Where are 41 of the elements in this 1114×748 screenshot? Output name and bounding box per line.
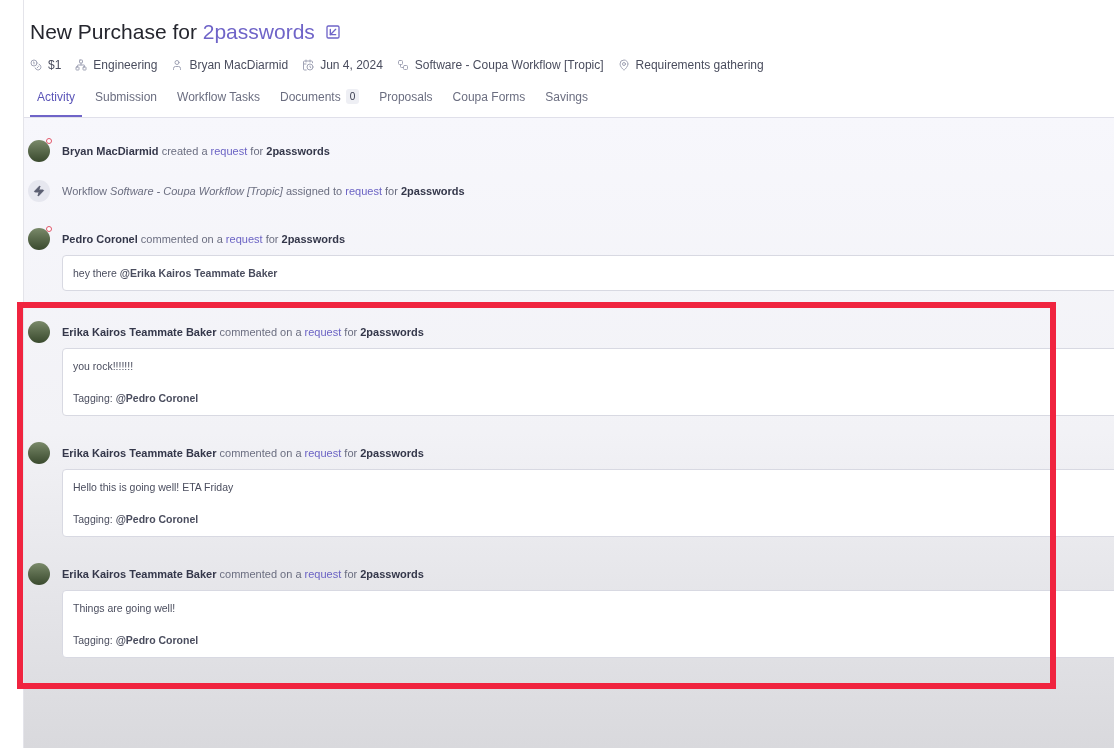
request-link[interactable]: request <box>304 446 342 459</box>
activity-text: Erika Kairos Teammate Baker commented on a request for 2passwords <box>62 445 425 461</box>
tab[interactable]: Proposals <box>372 85 440 117</box>
tab[interactable]: Coupa Forms <box>445 85 533 117</box>
meta-text: Bryan MacDiarmid <box>189 56 289 74</box>
meta-text: Jun 4, 2024 <box>320 56 383 74</box>
tab[interactable]: Savings <box>538 85 595 117</box>
count-badge: 0 <box>345 89 360 104</box>
workflow-icon <box>396 58 409 71</box>
activity-text: Erika Kairos Teammate Baker commented on a request for 2passwords <box>62 566 425 582</box>
org-icon <box>75 58 88 71</box>
comment-text: Hello this is going well! ETA Friday <box>73 479 235 494</box>
request-link[interactable]: request <box>304 567 342 580</box>
request-link[interactable]: request <box>345 184 382 197</box>
comment-text: Tagging: @Pedro Coronel <box>73 390 200 405</box>
date-icon <box>302 58 315 71</box>
tab[interactable]: Submission <box>88 85 165 117</box>
request-link[interactable]: request <box>304 325 342 338</box>
person-icon <box>171 58 184 71</box>
comment-text: you rock!!!!!!! <box>73 358 135 373</box>
coins-icon <box>30 58 42 71</box>
request-link[interactable]: request <box>225 232 263 245</box>
comment-text: Things are going well! <box>73 600 177 615</box>
comment-text: Tagging: @Pedro Coronel <box>73 632 200 647</box>
comment-text: Tagging: @Pedro Coronel <box>73 511 200 526</box>
meta-text: Requirements gathering <box>635 56 764 74</box>
activity-text: Erika Kairos Teammate Baker commented on a request for 2passwords <box>62 324 425 340</box>
comment-text: hey there @Erika Kairos Teammate Baker <box>73 265 279 280</box>
request-link[interactable]: request <box>210 144 248 157</box>
page-title: New Purchase for 2passwords <box>30 19 315 45</box>
pin-icon <box>617 58 630 71</box>
title-link[interactable]: 2passwords <box>202 20 315 43</box>
activity-text: Workflow Software - Coupa Workflow [Tropic] assigned to request for 2passwords <box>62 183 466 199</box>
tab[interactable]: Workflow Tasks <box>170 85 267 117</box>
tab[interactable]: Documents 0 <box>272 85 367 117</box>
collapse-icon[interactable] <box>324 23 341 40</box>
meta-text: Engineering <box>93 56 158 74</box>
activity-text: Pedro Coronel commented on a request for 2passwords <box>62 231 347 247</box>
meta-text: Software - Coupa Workflow [Tropic] <box>414 56 604 74</box>
activity-text: Bryan MacDiarmid created a request for 2passwords <box>62 143 331 159</box>
meta-text: $1 <box>48 56 62 74</box>
